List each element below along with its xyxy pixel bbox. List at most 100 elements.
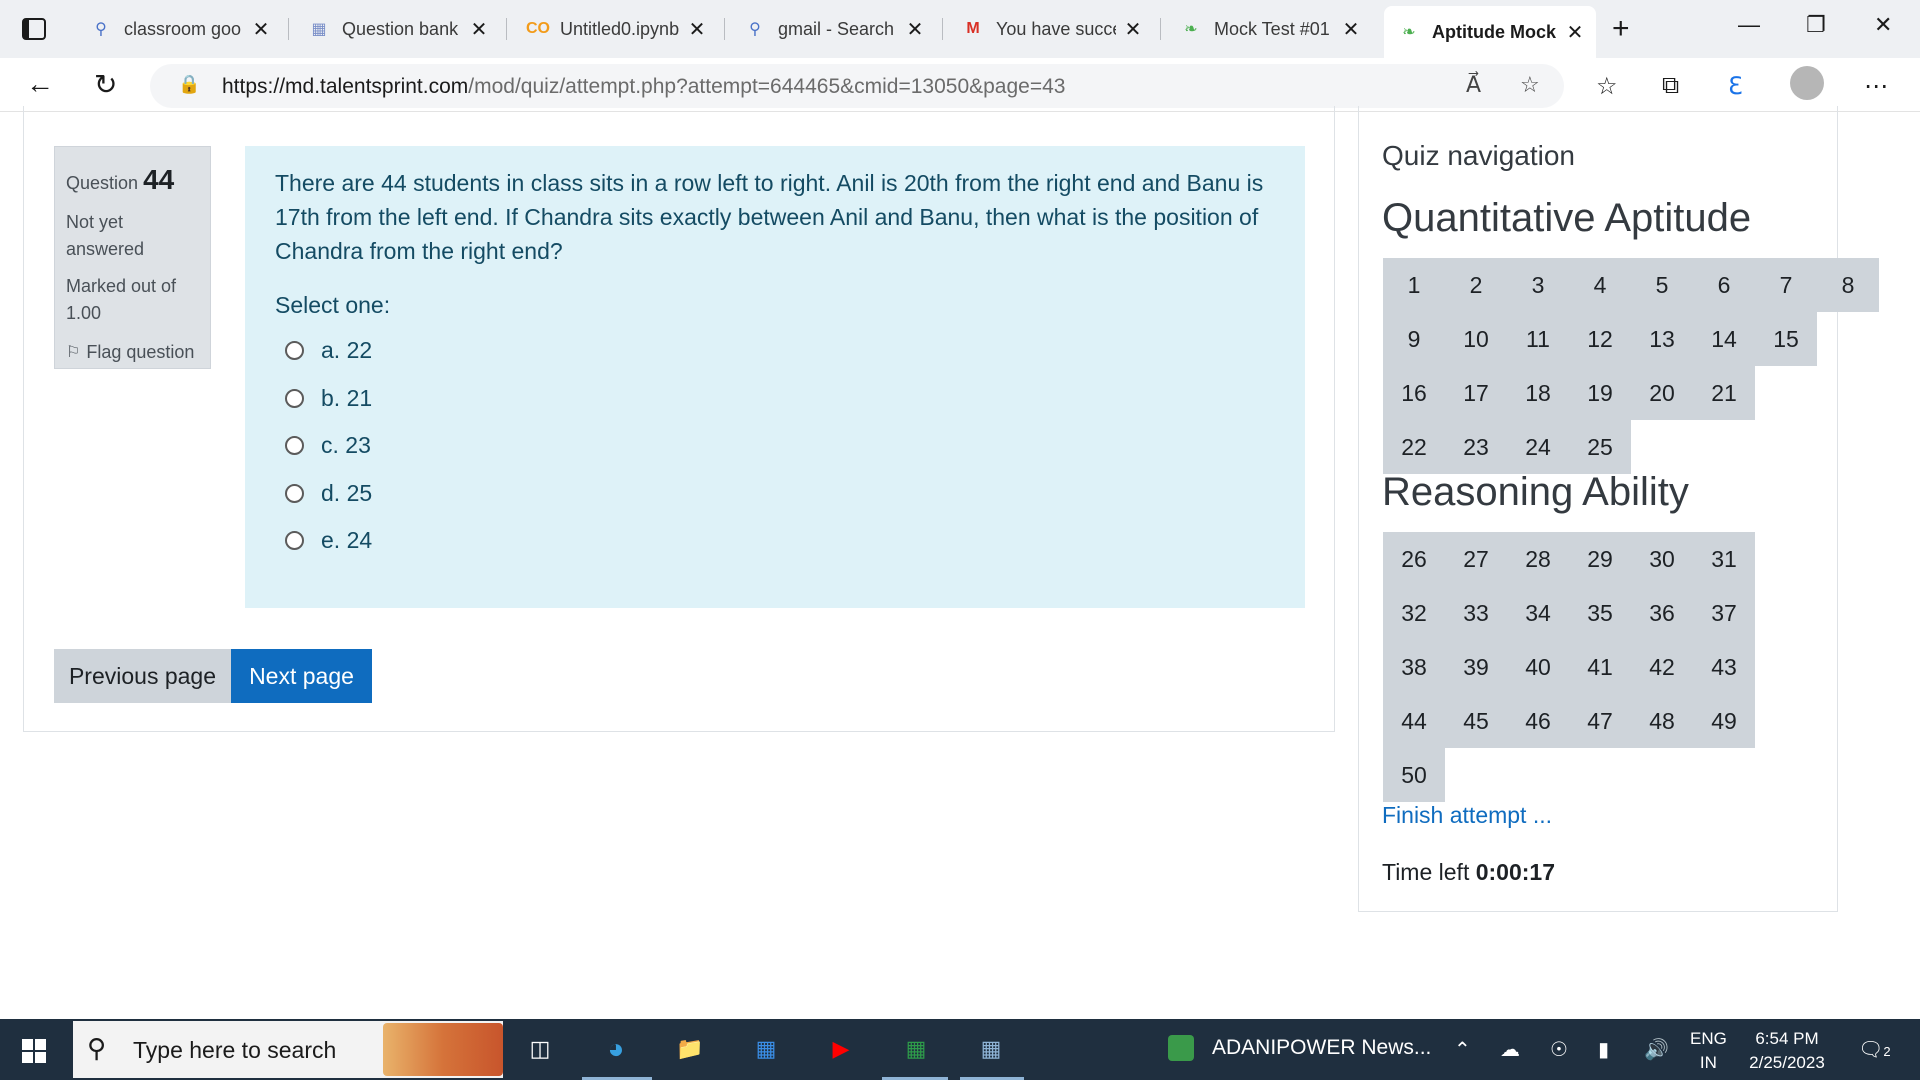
radio-button[interactable] [285, 531, 304, 551]
quiz-nav-button[interactable]: 40 [1507, 640, 1569, 694]
quiz-nav-button[interactable]: 32 [1383, 586, 1445, 640]
quiz-nav-button[interactable]: 39 [1445, 640, 1507, 694]
quiz-nav-button[interactable]: 5 [1631, 258, 1693, 312]
url-bar[interactable]: 🔒 https://md.talentsprint.com/mod/quiz/a… [150, 64, 1564, 108]
quiz-nav-button[interactable]: 41 [1569, 640, 1631, 694]
tab-mock-test[interactable]: ❧ Mock Test #01 ✕ [1166, 6, 1372, 52]
quiz-nav-button[interactable]: 38 [1383, 640, 1445, 694]
quiz-nav-button[interactable]: 17 [1445, 366, 1507, 420]
back-icon[interactable]: ← [26, 68, 54, 100]
calculator-icon[interactable]: ▦ [973, 1031, 1009, 1067]
taskbar-clock[interactable]: 6:54 PM 2/25/2023 [1748, 1027, 1826, 1075]
quiz-nav-button[interactable]: 22 [1383, 420, 1445, 474]
volume-icon[interactable]: 🔊 [1644, 1037, 1669, 1062]
notification-icon[interactable]: 🗨2 [1858, 1037, 1891, 1062]
youtube-icon[interactable]: ▶ [823, 1031, 859, 1067]
quiz-nav-button[interactable]: 48 [1631, 694, 1693, 748]
quiz-nav-button[interactable]: 14 [1693, 312, 1755, 366]
next-page-button[interactable]: Next page [231, 649, 372, 703]
tab-gmail-search[interactable]: ⚲ gmail - Search ✕ [730, 6, 936, 52]
quiz-nav-button[interactable]: 7 [1755, 258, 1817, 312]
quiz-nav-button[interactable]: 44 [1383, 694, 1445, 748]
ie-mode-icon[interactable]: ℇ [1728, 72, 1743, 101]
url-text[interactable]: https://md.talentsprint.com/mod/quiz/att… [222, 75, 1065, 99]
quiz-nav-button[interactable]: 34 [1507, 586, 1569, 640]
lock-icon[interactable]: 🔒 [178, 74, 200, 95]
radio-button[interactable] [285, 388, 304, 408]
quiz-nav-button[interactable]: 16 [1383, 366, 1445, 420]
quiz-nav-button[interactable]: 24 [1507, 420, 1569, 474]
quiz-nav-button[interactable]: 35 [1569, 586, 1631, 640]
add-favorite-icon[interactable]: ☆ [1520, 72, 1540, 98]
quiz-nav-button[interactable]: 4 [1569, 258, 1631, 312]
quiz-nav-button[interactable]: 3 [1507, 258, 1569, 312]
quiz-nav-button[interactable]: 45 [1445, 694, 1507, 748]
file-explorer-icon[interactable]: 📁 [672, 1031, 708, 1067]
radio-button[interactable] [285, 436, 304, 456]
radio-button[interactable] [285, 483, 304, 503]
quiz-nav-button[interactable]: 1 [1383, 258, 1445, 312]
quiz-nav-button[interactable]: 21 [1693, 366, 1755, 420]
onedrive-icon[interactable]: ☁ [1500, 1037, 1520, 1062]
quiz-nav-button[interactable]: 49 [1693, 694, 1755, 748]
quiz-nav-button[interactable]: 26 [1383, 532, 1445, 586]
quiz-nav-button[interactable]: 8 [1817, 258, 1879, 312]
quiz-nav-button[interactable]: 33 [1445, 586, 1507, 640]
answer-option-a[interactable]: a. 22 [275, 327, 1275, 375]
microsoft-store-icon[interactable]: ▦ [748, 1031, 784, 1067]
refresh-icon[interactable]: ↻ [94, 68, 117, 101]
meet-now-icon[interactable]: ☉ [1550, 1037, 1568, 1062]
close-icon[interactable]: ✕ [1564, 20, 1586, 45]
edge-browser-icon[interactable]: ◕ [598, 1031, 634, 1067]
battery-icon[interactable]: ▮ [1598, 1037, 1609, 1062]
favorites-icon[interactable]: ☆ [1596, 72, 1618, 101]
quiz-nav-button[interactable]: 11 [1507, 312, 1569, 366]
quiz-nav-button[interactable]: 37 [1693, 586, 1755, 640]
quiz-nav-button[interactable]: 46 [1507, 694, 1569, 748]
answer-option-b[interactable]: b. 21 [275, 375, 1275, 423]
taskbar-search[interactable]: ⚲ Type here to search [73, 1021, 503, 1078]
windows-start-icon[interactable] [22, 1039, 46, 1063]
radio-button[interactable] [285, 341, 304, 361]
restore-icon[interactable]: ❐ [1806, 12, 1826, 38]
answer-option-c[interactable]: c. 23 [275, 422, 1275, 470]
quiz-nav-button[interactable]: 19 [1569, 366, 1631, 420]
language-indicator[interactable]: ENG IN [1690, 1027, 1727, 1075]
quiz-nav-button[interactable]: 10 [1445, 312, 1507, 366]
quiz-nav-button[interactable]: 27 [1445, 532, 1507, 586]
close-icon[interactable]: ✕ [904, 17, 926, 42]
quiz-nav-button[interactable]: 28 [1507, 532, 1569, 586]
close-window-icon[interactable]: ✕ [1874, 12, 1892, 38]
new-tab-icon[interactable]: + [1612, 12, 1630, 46]
quiz-nav-button[interactable]: 12 [1569, 312, 1631, 366]
quiz-nav-button[interactable]: 30 [1631, 532, 1693, 586]
quiz-nav-button[interactable]: 29 [1569, 532, 1631, 586]
quiz-nav-button[interactable]: 20 [1631, 366, 1693, 420]
read-aloud-icon[interactable]: A⃗ [1466, 72, 1481, 98]
quiz-nav-button[interactable]: 23 [1445, 420, 1507, 474]
tab-aptitude-mock[interactable]: ❧ Aptitude Mock ✕ [1384, 6, 1596, 58]
quiz-nav-button[interactable]: 6 [1693, 258, 1755, 312]
quiz-nav-button[interactable]: 50 [1383, 748, 1445, 802]
collections-icon[interactable]: ⧉ [1662, 72, 1679, 100]
minimize-icon[interactable]: — [1738, 12, 1760, 38]
profile-avatar[interactable] [1790, 66, 1824, 100]
tab-actions-icon[interactable] [22, 18, 46, 40]
close-icon[interactable]: ✕ [686, 17, 708, 42]
finish-attempt-link[interactable]: Finish attempt ... [1382, 802, 1552, 829]
quiz-nav-button[interactable]: 36 [1631, 586, 1693, 640]
answer-option-d[interactable]: d. 25 [275, 470, 1275, 518]
task-view-icon[interactable]: ◫ [522, 1031, 558, 1067]
more-icon[interactable]: ⋯ [1864, 72, 1888, 101]
previous-page-button[interactable]: Previous page [54, 649, 231, 703]
close-icon[interactable]: ✕ [1122, 17, 1144, 42]
close-icon[interactable]: ✕ [468, 17, 490, 42]
quiz-nav-button[interactable]: 9 [1383, 312, 1445, 366]
tab-colab[interactable]: CO Untitled0.ipynb ✕ [512, 6, 718, 52]
quiz-nav-button[interactable]: 18 [1507, 366, 1569, 420]
answer-option-e[interactable]: e. 24 [275, 517, 1275, 565]
quiz-nav-button[interactable]: 15 [1755, 312, 1817, 366]
quiz-nav-button[interactable]: 47 [1569, 694, 1631, 748]
quiz-nav-button[interactable]: 43 [1693, 640, 1755, 694]
close-icon[interactable]: ✕ [250, 17, 272, 42]
